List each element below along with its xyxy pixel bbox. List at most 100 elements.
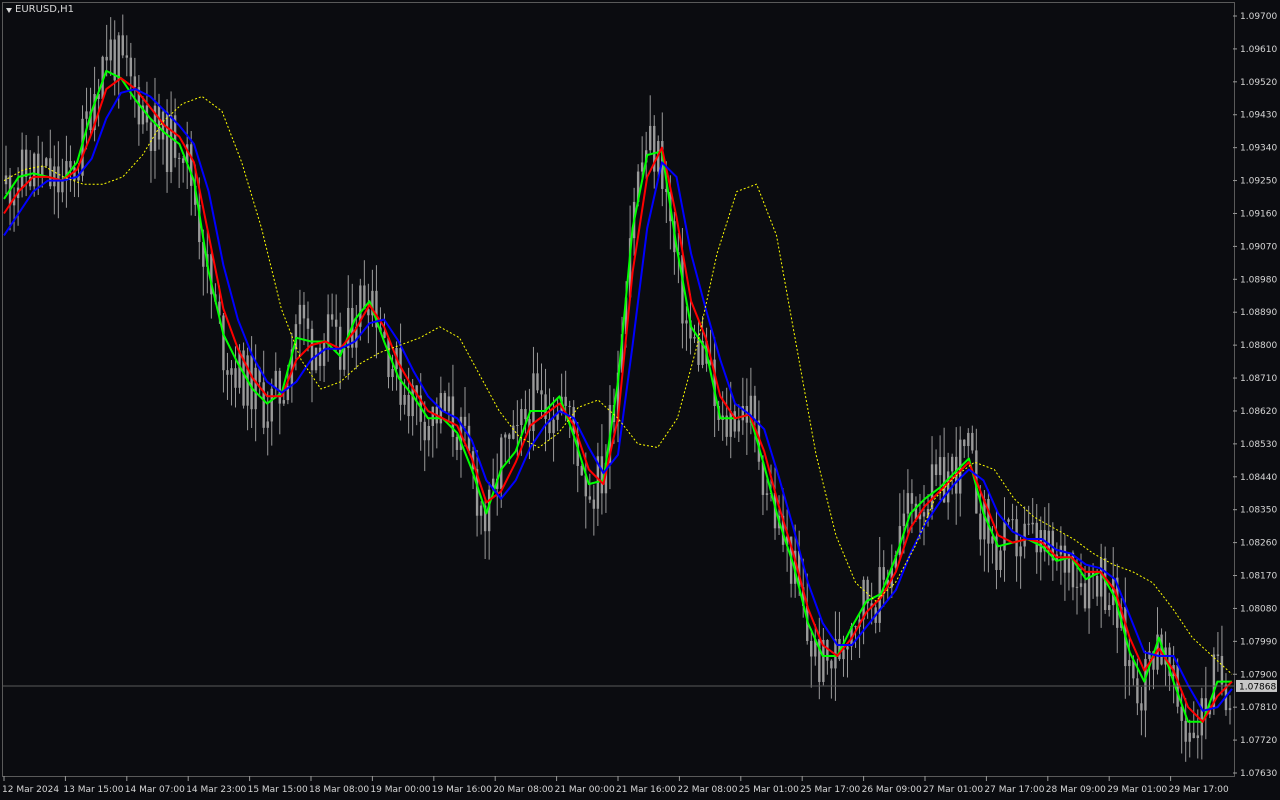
x-tick-label: 27 Mar 17:00 — [984, 785, 1044, 795]
current-price-label: 1.07868 — [1236, 679, 1277, 692]
candle — [1043, 507, 1046, 562]
x-tick-label: 26 Mar 09:00 — [862, 785, 922, 795]
candle — [653, 115, 656, 189]
price-chart[interactable]: 1.09700 1.09610 1.09520 1.09430 1.09340 1.092… — [0, 0, 1280, 800]
candle — [371, 269, 374, 327]
candle — [487, 482, 491, 560]
candle — [246, 347, 249, 431]
candle — [733, 401, 736, 438]
y-tick-label: 1.09430 — [1240, 111, 1277, 121]
y-tick-label: 1.09520 — [1240, 78, 1277, 88]
candle — [930, 436, 934, 520]
x-tick-label: 14 Mar 23:00 — [186, 785, 246, 795]
candle — [302, 292, 306, 346]
candle — [181, 155, 185, 183]
candle — [447, 382, 451, 422]
candle — [846, 645, 849, 678]
y-tick-label: 1.09250 — [1240, 177, 1277, 187]
candle — [330, 293, 334, 327]
y-tick-label: 1.08710 — [1240, 374, 1277, 384]
candle — [375, 265, 378, 359]
x-tick-label: 14 Mar 07:00 — [125, 785, 185, 795]
candle — [1184, 698, 1187, 762]
y-tick-label: 1.08350 — [1240, 506, 1277, 516]
candle — [427, 417, 430, 457]
y-tick-label: 1.07630 — [1240, 769, 1277, 779]
candle — [463, 387, 467, 447]
candle — [737, 404, 740, 442]
candle — [1099, 543, 1103, 628]
candle — [1039, 516, 1042, 581]
candle — [278, 367, 281, 435]
x-tick-label: 21 Mar 00:00 — [555, 785, 615, 795]
x-tick-label: 15 Mar 15:00 — [248, 785, 308, 795]
candle — [1220, 625, 1224, 696]
dropdown-triangle-icon[interactable] — [6, 7, 12, 13]
candle — [347, 275, 350, 380]
x-tick-label: 25 Mar 17:00 — [800, 785, 860, 795]
candle — [41, 141, 44, 188]
candle — [125, 35, 128, 77]
candle — [649, 95, 652, 154]
candle — [963, 439, 966, 458]
candle — [387, 337, 390, 389]
candle — [149, 119, 153, 183]
candle — [222, 313, 225, 393]
candle — [725, 387, 728, 446]
candle — [65, 135, 68, 208]
candle — [588, 473, 592, 504]
candle — [455, 433, 459, 461]
candle — [878, 536, 881, 633]
time-axis[interactable]: 12 Mar 2024 13 Mar 15:00 14 Mar 07:00 14 Ma… — [2, 776, 1229, 795]
candle — [185, 121, 189, 189]
x-tick-label: 13 Mar 15:00 — [63, 785, 123, 795]
candle — [109, 17, 112, 76]
symbol-title: EURUSD,H1 — [15, 4, 75, 15]
candle — [1059, 526, 1063, 585]
candle — [24, 135, 28, 197]
candle — [145, 81, 149, 131]
candle — [1091, 563, 1095, 599]
candle — [1228, 695, 1232, 725]
candle — [1216, 632, 1220, 672]
candle — [685, 306, 688, 351]
x-tick-label: 12 Mar 2024 — [2, 785, 59, 795]
candle — [28, 150, 32, 191]
candle — [153, 77, 157, 179]
candle — [592, 484, 596, 536]
y-tick-label: 1.08980 — [1240, 275, 1277, 285]
candle — [536, 352, 539, 394]
y-tick-label: 1.08080 — [1240, 604, 1277, 614]
y-tick-label: 1.08890 — [1240, 308, 1277, 318]
x-tick-label: 28 Mar 09:00 — [1046, 785, 1106, 795]
candle — [314, 347, 318, 374]
candle — [741, 377, 745, 435]
x-tick-label: 25 Mar 01:00 — [739, 785, 799, 795]
y-tick-label: 1.08260 — [1240, 539, 1277, 549]
candle — [479, 501, 483, 535]
x-tick-label: 19 Mar 00:00 — [370, 785, 430, 795]
candle — [1023, 506, 1026, 559]
price-axis[interactable]: 1.09700 1.09610 1.09520 1.09430 1.09340 1.092… — [1233, 12, 1277, 779]
x-tick-label: 21 Mar 16:00 — [616, 785, 676, 795]
candle — [475, 450, 479, 537]
y-tick-label: 1.09610 — [1240, 45, 1277, 55]
candle — [995, 510, 998, 590]
y-tick-label: 1.07900 — [1240, 670, 1277, 680]
candle — [443, 390, 447, 412]
candle — [274, 352, 277, 399]
y-tick-label: 1.08620 — [1240, 407, 1277, 417]
current-price-text: 1.07868 — [1239, 682, 1276, 692]
y-tick-label: 1.07720 — [1240, 736, 1277, 746]
candle — [1019, 536, 1022, 589]
candle — [1204, 666, 1208, 740]
candle — [882, 550, 885, 607]
candle — [97, 78, 100, 127]
x-tick-label: 27 Mar 01:00 — [923, 785, 983, 795]
candle — [266, 391, 269, 456]
y-tick-label: 1.09700 — [1240, 12, 1277, 22]
x-tick-label: 18 Mar 08:00 — [309, 785, 369, 795]
candle — [1200, 687, 1204, 760]
symbol-header[interactable]: EURUSD,H1 — [6, 4, 74, 15]
x-tick-label: 20 Mar 08:00 — [493, 785, 553, 795]
